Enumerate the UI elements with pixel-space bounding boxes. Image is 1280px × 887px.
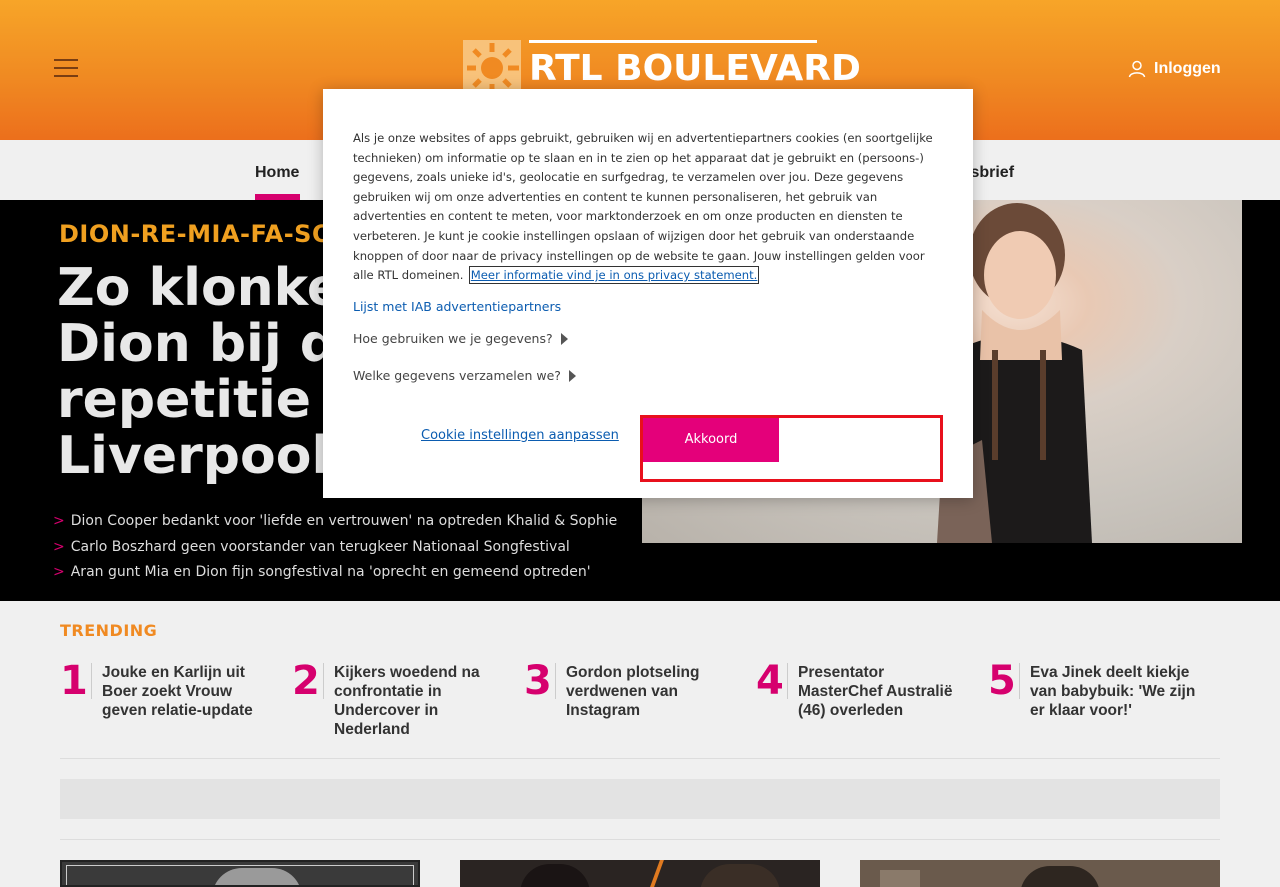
- trending-rank: 5: [988, 658, 1016, 704]
- cookie-settings-link[interactable]: Cookie instellingen aanpassen: [421, 428, 619, 443]
- trending-rank: 2: [292, 658, 320, 704]
- article-thumbnail[interactable]: [860, 860, 1220, 887]
- trending-separator: [555, 663, 556, 699]
- consent-body: Als je onze websites of apps gebruikt, g…: [353, 129, 943, 286]
- section-divider: [60, 839, 1220, 840]
- related-link[interactable]: > Dion Cooper bedankt voor 'liefde en ver…: [53, 512, 617, 538]
- section-divider: [60, 758, 1220, 759]
- trending-title: Presentator MasterChef Australië (46) ov…: [798, 664, 953, 719]
- privacy-statement-link[interactable]: Meer informatie vind je in ons privacy s…: [468, 266, 760, 285]
- trending-title: Eva Jinek deelt kiekje van babybuik: 'We…: [1030, 664, 1196, 719]
- accordion-how-data-used[interactable]: Hoe gebruiken we je gegevens?: [353, 331, 568, 346]
- trending-rank: 1: [60, 658, 88, 704]
- triangle-right-icon: [560, 332, 568, 345]
- trending-separator: [787, 663, 788, 699]
- cookie-consent-dialog: Als je onze websites of apps gebruikt, g…: [323, 89, 973, 498]
- menu-icon[interactable]: [54, 58, 78, 78]
- ad-placeholder: [60, 779, 1220, 819]
- accordion-what-data-collected[interactable]: Welke gegevens verzamelen we?: [353, 368, 576, 383]
- consent-body-text: Als je onze websites of apps gebruikt, g…: [353, 131, 933, 283]
- article-thumbnail[interactable]: [460, 860, 820, 887]
- trending-heading: TRENDING: [60, 621, 158, 640]
- iab-partners-link[interactable]: Lijst met IAB advertentiepartners: [353, 299, 561, 314]
- related-link-text: Aran gunt Mia en Dion fijn songfestival …: [70, 564, 591, 580]
- site-logo[interactable]: RTL BOULEVARD: [463, 40, 861, 90]
- sun-logo-icon: [463, 40, 521, 90]
- logo-rule: [529, 40, 817, 43]
- chevron-right-icon: >: [53, 513, 65, 529]
- trending-section: TRENDING 1 Jouke en Karlijn uit Boer zoe…: [0, 601, 1280, 887]
- accept-button[interactable]: Akkoord: [643, 417, 779, 462]
- nav-item-home[interactable]: Home: [255, 164, 299, 182]
- related-link[interactable]: > Aran gunt Mia en Dion fijn songfestival…: [53, 563, 617, 589]
- logo-wordmark: RTL BOULEVARD: [529, 48, 861, 89]
- trending-separator: [323, 663, 324, 699]
- triangle-right-icon: [568, 369, 576, 382]
- trending-title: Kijkers woedend na confrontatie in Under…: [334, 664, 480, 738]
- login-label: Inloggen: [1154, 60, 1221, 77]
- trending-separator: [91, 663, 92, 699]
- user-icon: [1128, 60, 1146, 78]
- hero-kicker: DION-RE-MIA-FA-SOL: [59, 220, 349, 248]
- chevron-right-icon: >: [53, 564, 65, 580]
- trending-rank: 3: [524, 658, 552, 704]
- trending-rank: 4: [756, 658, 784, 704]
- chevron-right-icon: >: [53, 538, 65, 555]
- trending-title: Jouke en Karlijn uit Boer zoekt Vrouw ge…: [102, 664, 253, 719]
- related-links: > Dion Cooper bedankt voor 'liefde en ver…: [53, 512, 617, 589]
- article-thumbnail[interactable]: [60, 860, 420, 887]
- trending-separator: [1019, 663, 1020, 699]
- accordion-label: Welke gegevens verzamelen we?: [353, 368, 561, 383]
- related-link-text: Dion Cooper bedankt voor 'liefde en vert…: [70, 513, 618, 529]
- login-button[interactable]: Inloggen: [1128, 60, 1221, 78]
- trending-title: Gordon plotseling verdwenen van Instagra…: [566, 664, 700, 719]
- related-link-text: Carlo Boszhard geen voorstander van teru…: [70, 538, 570, 555]
- accordion-label: Hoe gebruiken we je gegevens?: [353, 331, 553, 346]
- related-link[interactable]: > Carlo Boszhard geen voorstander van ter…: [53, 538, 617, 564]
